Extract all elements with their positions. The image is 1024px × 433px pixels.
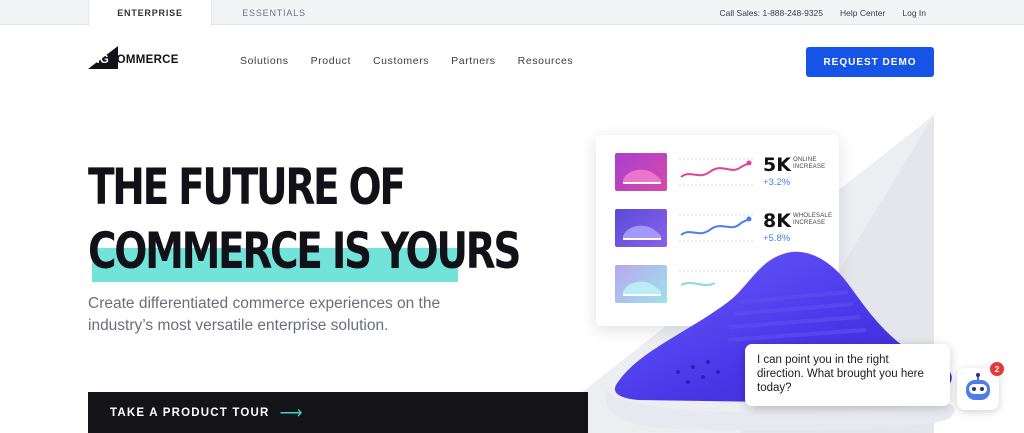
- log-in-link[interactable]: Log In: [902, 8, 926, 18]
- chat-bubble[interactable]: I can point you in the right direction. …: [745, 344, 950, 406]
- request-demo-button[interactable]: REQUEST DEMO: [806, 47, 934, 77]
- logo-big-text: BIG: [88, 54, 110, 66]
- stat-label-line2: INCREASE: [793, 164, 826, 170]
- stat-label: WHOLESALE INCREASE: [793, 213, 832, 227]
- main-nav: Solutions Product Customers Partners Res…: [240, 55, 595, 67]
- top-links: Call Sales: 1-888-248-9325 Help Center L…: [703, 0, 926, 25]
- stat-value: 5K: [763, 154, 791, 176]
- product-tour-button[interactable]: TAKE A PRODUCT TOUR ⟶: [88, 392, 588, 433]
- nav-partners[interactable]: Partners: [451, 55, 495, 67]
- shoe-thumbnail: [615, 153, 667, 191]
- hero-subtitle: Create differentiated commerce experienc…: [88, 295, 441, 334]
- help-center-link[interactable]: Help Center: [840, 8, 885, 18]
- nav-resources[interactable]: Resources: [518, 55, 574, 67]
- stat-label-line1: WHOLESALE: [793, 213, 833, 219]
- logo-commerce-text: COMMERCE: [108, 54, 179, 66]
- nav-product[interactable]: Product: [311, 55, 351, 67]
- notification-badge: 2: [990, 362, 1004, 376]
- call-sales-link[interactable]: Call Sales: 1-888-248-9325: [720, 8, 823, 18]
- stat-value: 8K: [763, 210, 791, 232]
- stat-label: ONLINE INCREASE: [793, 157, 825, 171]
- arrow-right-icon: ⟶: [279, 404, 304, 422]
- tab-essentials[interactable]: ESSENTIALS: [212, 0, 336, 25]
- nav-customers[interactable]: Customers: [373, 55, 429, 67]
- stat-label-line1: ONLINE: [793, 157, 817, 163]
- tab-enterprise[interactable]: ENTERPRISE: [88, 0, 212, 26]
- shoe-thumbnail-icon: [623, 169, 661, 184]
- hero-title-line2: COMMERCE IS YOURS: [88, 222, 521, 280]
- bigcommerce-logo[interactable]: BIG COMMERCE: [88, 46, 198, 70]
- product-tour-label: TAKE A PRODUCT TOUR: [110, 406, 270, 419]
- top-bar: ENTERPRISE ESSENTIALS Call Sales: 1-888-…: [0, 0, 1024, 26]
- stat-label-line2: INCREASE: [793, 220, 826, 226]
- stat-row: 5K ONLINE INCREASE +3.2%: [615, 153, 835, 193]
- hero-title-line1: THE FUTURE OF: [88, 158, 406, 216]
- stat-change: +3.2%: [763, 177, 791, 188]
- nav-solutions[interactable]: Solutions: [240, 55, 289, 67]
- sparkline-chart: [679, 158, 753, 186]
